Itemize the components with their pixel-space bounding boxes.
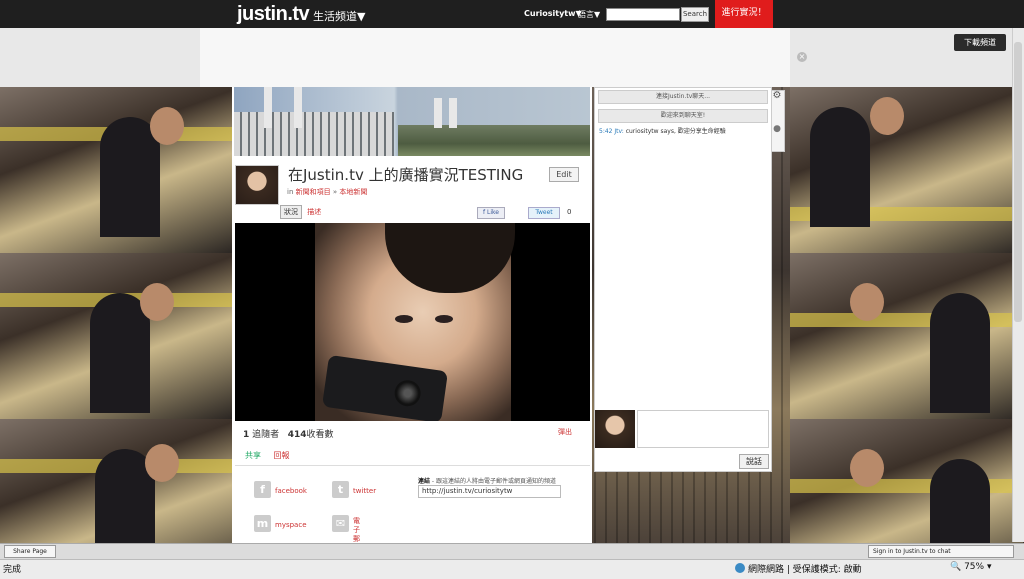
channel-title: 在Justin.tv 上的廣播實況TESTING bbox=[288, 166, 524, 184]
language-menu[interactable]: 語言▼ bbox=[578, 9, 600, 20]
globe-icon bbox=[735, 563, 745, 573]
background-tile bbox=[790, 419, 1023, 547]
chat-message-input[interactable] bbox=[637, 410, 769, 448]
myspace-share-link[interactable]: myspace bbox=[275, 521, 307, 529]
signin-to-chat-button[interactable]: Sign in to Justin.tv to chat bbox=[868, 545, 1014, 558]
twitter-share-link[interactable]: twitter bbox=[353, 487, 376, 495]
twitter-icon[interactable]: t bbox=[332, 481, 349, 498]
go-live-button[interactable]: 進行實況！ bbox=[715, 0, 773, 28]
background-tile bbox=[0, 419, 233, 547]
chat-send-button[interactable]: 說話 bbox=[739, 454, 769, 469]
channel-stats: 1 追隨者 414收看數 bbox=[243, 430, 334, 440]
close-icon[interactable]: × bbox=[797, 52, 807, 62]
user-menu[interactable]: Curiositytw▼ bbox=[524, 9, 582, 18]
tweet-count: 0 bbox=[567, 208, 572, 216]
divider bbox=[235, 465, 590, 466]
channel-banner-image bbox=[234, 87, 590, 156]
background-tile bbox=[790, 87, 1023, 253]
embed-label: 連結 - 跟這連結的人將由電子郵件或網頁通知的頻道 bbox=[418, 478, 556, 485]
background-tile bbox=[0, 87, 233, 253]
browser-status-bar bbox=[0, 559, 1024, 579]
email-icon[interactable]: ✉ bbox=[332, 515, 349, 532]
facebook-like-button[interactable]: f Like bbox=[477, 207, 505, 219]
scrollbar-thumb[interactable] bbox=[1014, 42, 1022, 322]
gear-icon[interactable]: ⚙ bbox=[772, 91, 782, 101]
tab-description[interactable]: 描述 bbox=[304, 206, 324, 218]
security-zone: 網際網路 | 受保護模式: 啟動 bbox=[735, 562, 862, 575]
channel-tabs: 狀況 描述 bbox=[280, 205, 324, 219]
share-link[interactable]: 共享 bbox=[245, 451, 261, 460]
justintv-logo[interactable]: justin.tv bbox=[237, 3, 310, 26]
chat-message: 5:42 Jtv: curiositytw says, 歡迎分享生命經驗 bbox=[599, 128, 726, 135]
embed-url-field[interactable]: http://justin.tv/curiositytw bbox=[418, 485, 561, 498]
share-page-button[interactable]: Share Page bbox=[4, 545, 56, 558]
edit-button[interactable]: Edit bbox=[549, 167, 579, 182]
zoom-level[interactable]: 🔍 75% ▾ bbox=[950, 562, 991, 572]
myspace-icon[interactable]: m bbox=[254, 515, 271, 532]
user-list-icon[interactable]: ● bbox=[772, 124, 782, 136]
chat-avatar bbox=[595, 410, 635, 448]
tab-status[interactable]: 狀況 bbox=[280, 205, 302, 219]
breadcrumb: in 新聞和項目 » 本地新聞 bbox=[287, 188, 368, 196]
chat-connect-bar: 連接Justin.tv聊天... bbox=[598, 90, 768, 104]
chat-welcome-bar: 歡迎來到聊天室! bbox=[598, 109, 768, 123]
share-row: 共享 回報 bbox=[245, 450, 290, 461]
channel-avatar[interactable] bbox=[235, 165, 279, 205]
facebook-share-link[interactable]: facebook bbox=[275, 487, 307, 495]
tweet-button[interactable]: Tweet bbox=[528, 207, 560, 219]
background-tile bbox=[790, 253, 1023, 419]
ad-banner bbox=[200, 28, 790, 87]
status-text: 完成 bbox=[3, 565, 22, 575]
search-button[interactable]: Search bbox=[681, 7, 709, 22]
popout-link[interactable]: 彈出 bbox=[558, 427, 572, 437]
channel-menu[interactable]: 生活频道▼ bbox=[313, 8, 365, 24]
category-link[interactable]: 新聞和項目 bbox=[296, 188, 331, 196]
facebook-icon[interactable]: f bbox=[254, 481, 271, 498]
video-player[interactable] bbox=[235, 223, 590, 421]
top-nav-bar bbox=[0, 0, 1024, 28]
download-channel-button[interactable]: 下載頻道 bbox=[954, 34, 1006, 51]
report-link[interactable]: 回報 bbox=[274, 451, 290, 460]
email-share-link[interactable]: 電子郵 bbox=[353, 517, 363, 544]
subcategory-link[interactable]: 本地新聞 bbox=[339, 188, 367, 196]
background-tile bbox=[0, 253, 233, 419]
search-input[interactable] bbox=[606, 8, 680, 21]
